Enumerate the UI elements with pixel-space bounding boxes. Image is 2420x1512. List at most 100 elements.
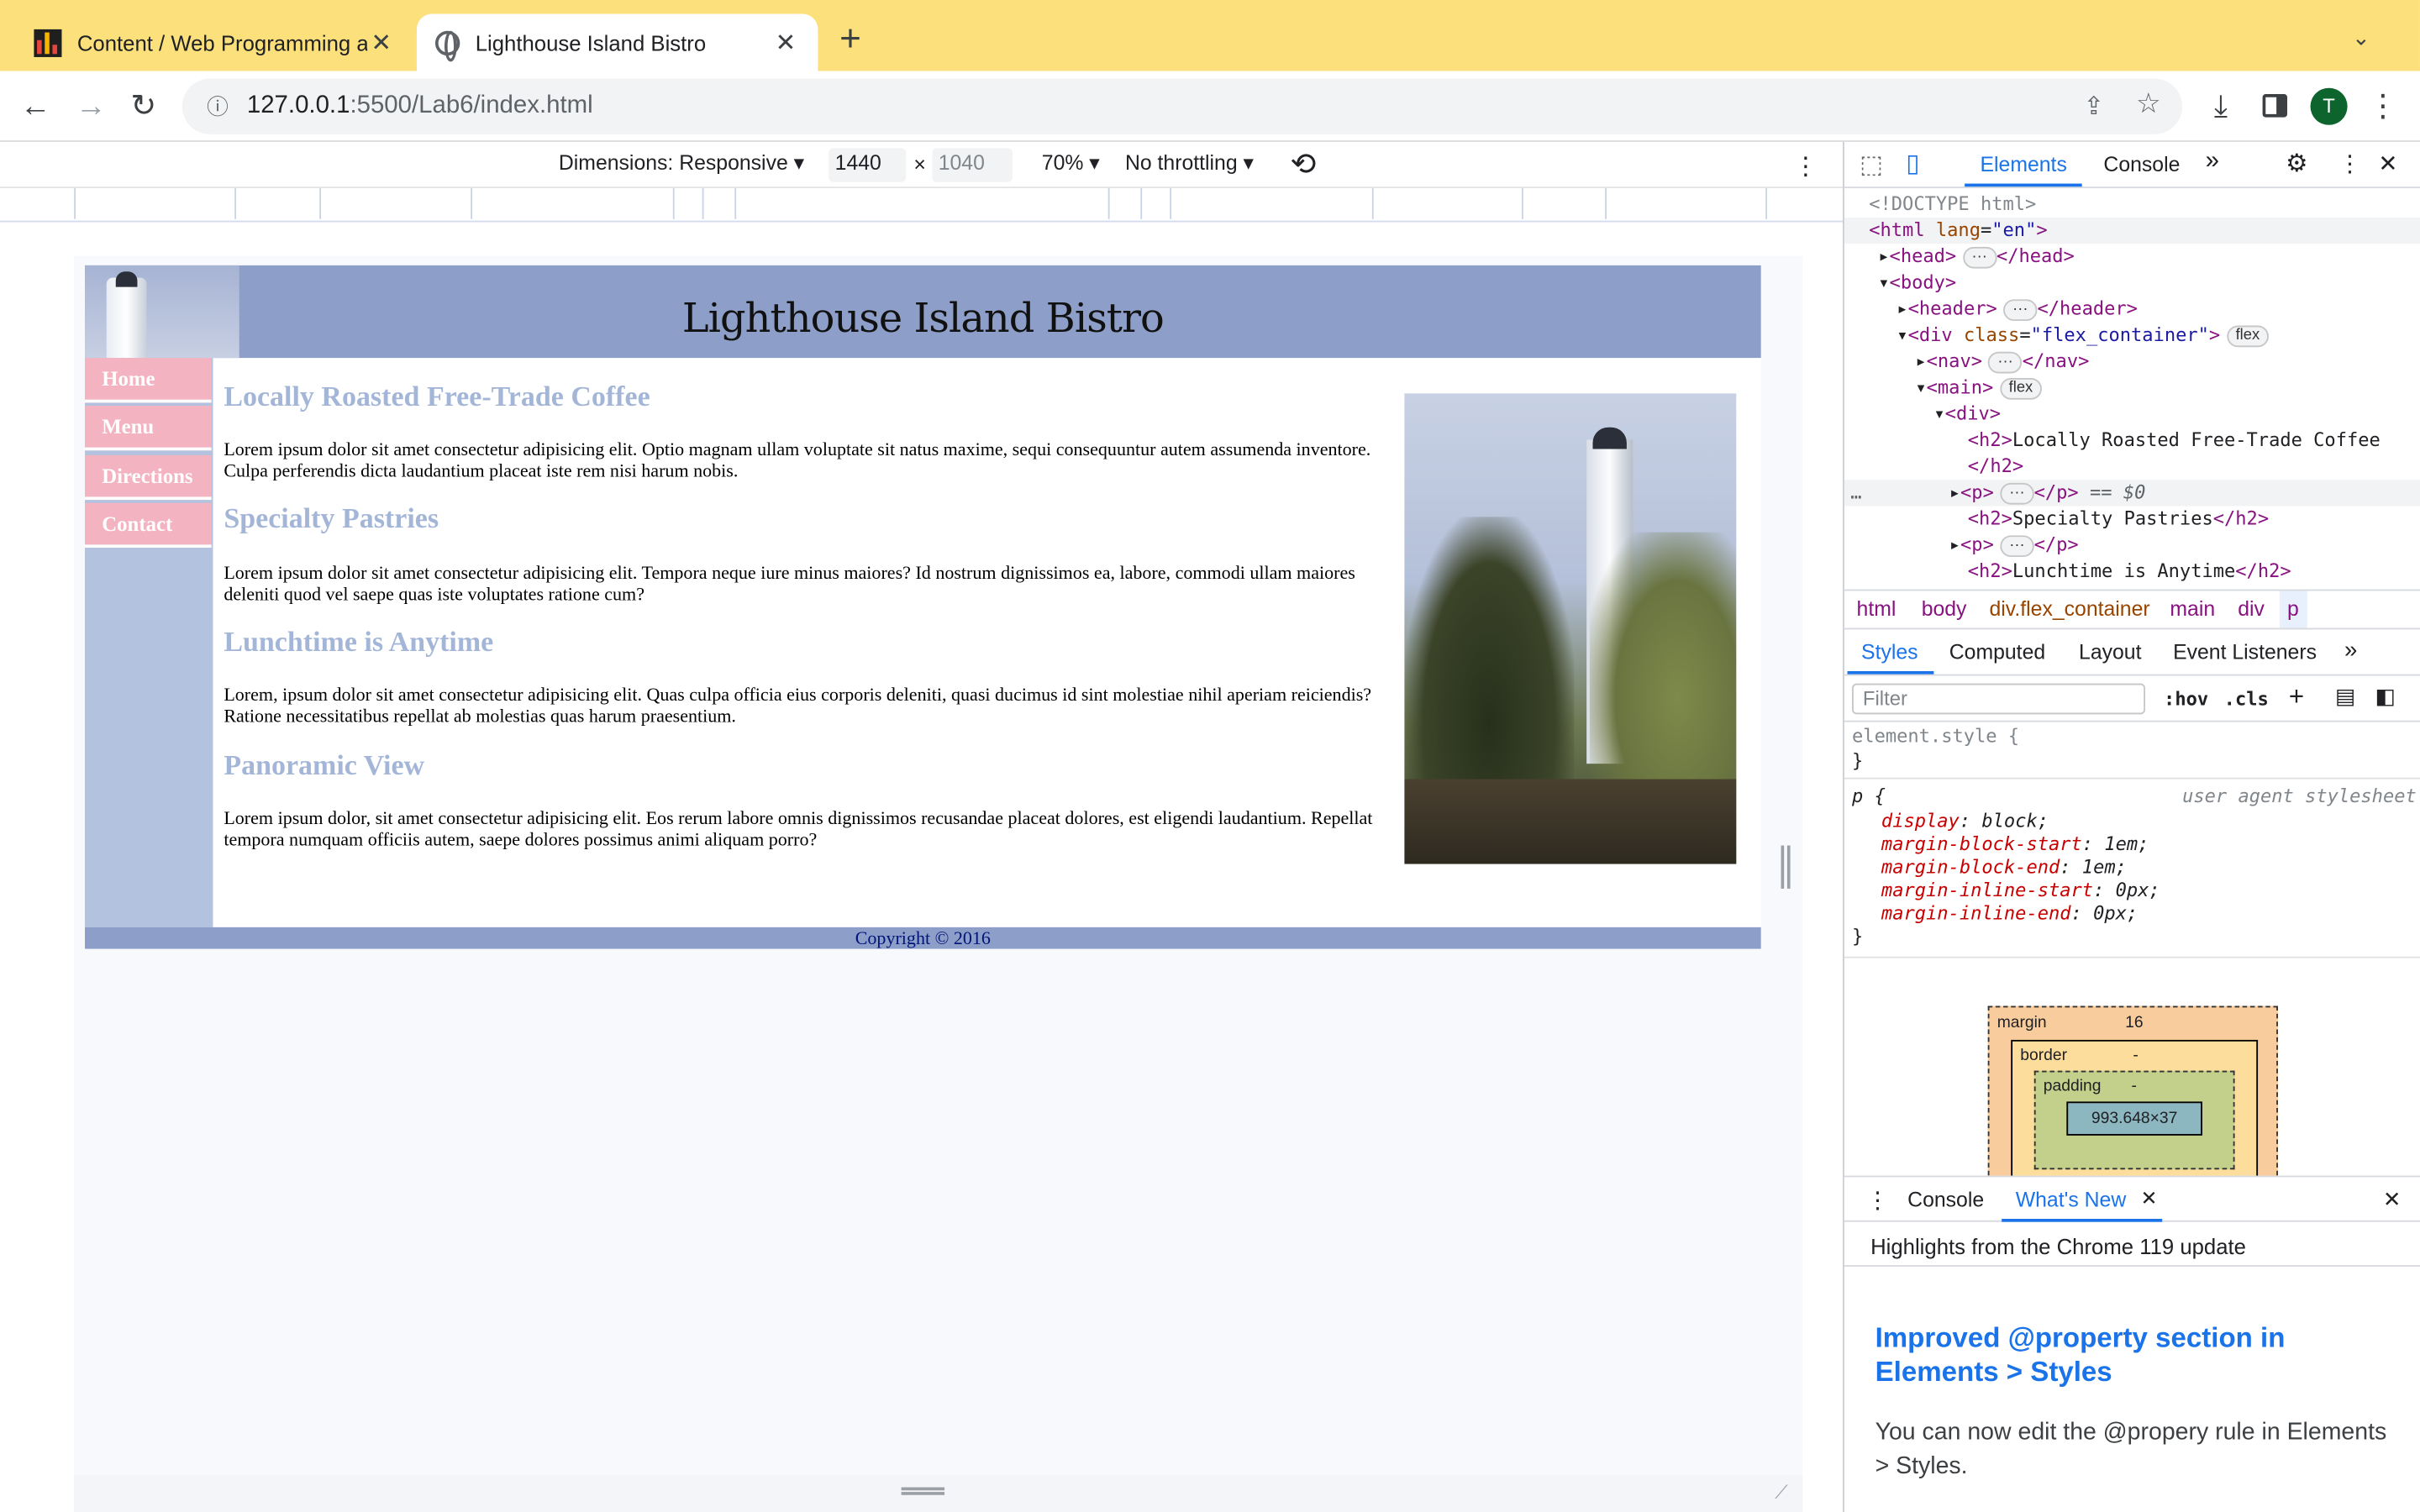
dom-node[interactable]: </h2> [1844, 454, 2420, 480]
dimensions-dropdown[interactable]: Dimensions: Responsive ▾ [559, 151, 804, 176]
dom-node[interactable]: ▸<nav> ··· </nav> [1844, 349, 2420, 375]
kebab-menu-icon[interactable]: ⋮ [2363, 87, 2403, 127]
throttling-dropdown[interactable]: No throttling ▾ [1125, 151, 1254, 176]
flex-badge[interactable]: flex [1999, 377, 2043, 400]
drawer-tab-whats-new[interactable]: What's New [2016, 1188, 2126, 1211]
dom-node[interactable]: ▾<div> [1844, 402, 2420, 428]
breadcrumb-item[interactable]: main [2170, 597, 2215, 621]
drawer-tab-console[interactable]: Console [1907, 1188, 1984, 1211]
viewport-right-handle[interactable] [1781, 845, 1791, 889]
close-tab-icon[interactable]: ✕ [2141, 1186, 2158, 1210]
dom-tag: </p> [2033, 481, 2079, 503]
dom-node[interactable]: <h2>Lunchtime is Anytime</h2> [1844, 559, 2420, 585]
breadcrumb-item[interactable]: html [1857, 597, 1897, 621]
style-declaration[interactable]: display: block; [1881, 810, 2049, 832]
content-size[interactable]: 993.648×37 [2066, 1101, 2202, 1136]
new-tab-plus-icon[interactable]: + [839, 21, 861, 59]
dom-node[interactable]: <h2>Specialty Pastries</h2> [1844, 506, 2420, 532]
style-declaration[interactable]: margin-inline-start: 0px; [1881, 879, 2160, 901]
zoom-dropdown[interactable]: 70% ▾ [1042, 151, 1100, 176]
chevron-down-icon[interactable]: ⌄ [2352, 24, 2370, 50]
site-info-icon[interactable]: ⓘ [207, 91, 229, 122]
back-arrow-icon[interactable]: ← [15, 87, 55, 127]
subtab-computed[interactable]: Computed [1949, 640, 2045, 664]
whats-new-title-link[interactable]: Improved @property section in Elements >… [1876, 1320, 2338, 1389]
element-style-selector[interactable]: element.style { [1852, 725, 2019, 747]
more-tabs-icon[interactable]: » [2206, 148, 2219, 176]
tab-elements[interactable]: Elements [1980, 153, 2066, 176]
dom-text: Locally Roasted Free-Trade Coffee [2012, 428, 2381, 451]
reload-icon[interactable]: ↻ [124, 87, 164, 127]
nav-link-home[interactable]: Home [85, 358, 212, 403]
tab-console[interactable]: Console [2103, 153, 2180, 176]
dom-node[interactable]: ▾<body> [1844, 270, 2420, 296]
section-heading: Panoramic View [224, 751, 425, 783]
height-input[interactable]: 1040 [932, 148, 1013, 182]
avatar[interactable]: T [2310, 87, 2348, 125]
width-input[interactable]: 1440 [829, 148, 907, 182]
inspect-element-icon[interactable]: ⬚ [1860, 150, 1883, 181]
close-tab-icon[interactable]: ✕ [367, 27, 395, 58]
style-declaration[interactable]: margin-block-end: 1em; [1881, 856, 2127, 878]
active-tab-indicator [1965, 183, 2082, 187]
dom-node[interactable]: <html lang="en"> [1844, 217, 2420, 244]
rule-selector[interactable]: p { [1852, 785, 1886, 807]
padding-value[interactable]: - [2131, 1077, 2136, 1095]
sidebar-toggle-icon[interactable]: ◧ [2375, 684, 2396, 710]
new-rule-plus-icon[interactable]: + [2289, 682, 2304, 713]
bookmark-star-icon[interactable]: ☆ [2136, 88, 2161, 121]
device-toggle-icon[interactable]: ▯ [1906, 148, 1919, 179]
kebab-menu-icon[interactable]: ⋮ [1793, 151, 1818, 182]
close-tab-icon[interactable]: ✕ [771, 27, 799, 58]
nav-link-directions[interactable]: Directions [85, 454, 212, 501]
tab-lighthouse-bistro[interactable]: Lighthouse Island Bistro ✕ [416, 13, 818, 71]
gear-icon[interactable]: ⚙ [2286, 148, 2307, 179]
dom-node[interactable]: <h2>Locally Roasted Free-Trade Coffee [1844, 428, 2420, 454]
styles-filter-input[interactable]: Filter [1852, 683, 2146, 715]
close-drawer-icon[interactable]: ✕ [2383, 1186, 2402, 1212]
subtab-event-listeners[interactable]: Event Listeners [2173, 640, 2317, 664]
paint-roller-icon[interactable]: ▤ [2335, 684, 2355, 710]
nav-link-contact[interactable]: Contact [85, 502, 212, 549]
share-icon[interactable]: ⇪ [2084, 91, 2105, 122]
dom-node[interactable]: ▸<head> ··· </head> [1844, 244, 2420, 270]
media-query-ruler[interactable] [0, 188, 1844, 223]
more-subtabs-icon[interactable]: » [2344, 638, 2357, 664]
margin-value[interactable]: 16 [2125, 1014, 2143, 1032]
breadcrumb-item[interactable]: body [1922, 597, 1967, 621]
dom-node[interactable]: ▾<main> flex [1844, 375, 2420, 401]
forward-arrow-icon[interactable]: → [71, 87, 111, 127]
dom-node-selected[interactable]: … ▸<p> ··· </p> == $0 [1844, 480, 2420, 507]
rotate-icon[interactable]: ⟲ [1290, 145, 1316, 184]
hov-toggle[interactable]: :hov [2164, 688, 2208, 710]
address-bar[interactable]: ⓘ 127.0.0.1:5500/Lab6/index.html ⇪ ☆ [182, 78, 2183, 134]
section-heading: Lunchtime is Anytime [224, 627, 494, 659]
tab-content-web-programming[interactable]: Content / Web Programming a ✕ [15, 14, 413, 71]
side-panel-icon[interactable] [2262, 94, 2287, 118]
breadcrumb-item[interactable]: div [2238, 597, 2265, 621]
style-declaration[interactable]: margin-block-start: 1em; [1881, 833, 2149, 855]
dom-node[interactable]: ▾<div class="flex_container"> flex [1844, 323, 2420, 349]
dom-node[interactable]: <!DOCTYPE html> [1844, 192, 2420, 218]
subtab-styles[interactable]: Styles [1861, 640, 1918, 664]
breadcrumb-item-active[interactable]: p [2279, 591, 2307, 628]
subtab-layout[interactable]: Layout [2079, 640, 2141, 664]
dom-node[interactable]: ▸<p> ··· </p> [1844, 533, 2420, 559]
tab-strip: Content / Web Programming a ✕ Lighthouse… [0, 0, 2420, 71]
drawer-menu-icon[interactable]: ⋮ [1866, 1186, 1890, 1214]
breadcrumb-item[interactable]: div.flex_container [1990, 597, 2150, 621]
browser-toolbar: ← → ↻ ⓘ 127.0.0.1:5500/Lab6/index.html ⇪… [0, 71, 2420, 142]
dom-tag: </p> [2033, 533, 2079, 556]
style-declaration[interactable]: margin-inline-end: 0px; [1881, 902, 2138, 924]
dom-tag: <head> [1889, 245, 1957, 267]
resize-corner-icon[interactable]: ⟋ [1775, 1481, 1787, 1504]
kebab-menu-icon[interactable]: ⋮ [2338, 150, 2362, 177]
cls-toggle[interactable]: .cls [2224, 688, 2269, 710]
download-icon[interactable]: ⤓ [2201, 87, 2241, 127]
dom-node[interactable]: ▸<header> ··· </header> [1844, 297, 2420, 323]
flex-badge[interactable]: flex [2226, 325, 2270, 348]
border-value[interactable]: - [2133, 1046, 2138, 1064]
viewport-bottom-handle[interactable]: ⟋ [74, 1474, 1803, 1512]
close-devtools-icon[interactable]: ✕ [2378, 150, 2397, 177]
nav-link-menu[interactable]: Menu [85, 406, 212, 451]
